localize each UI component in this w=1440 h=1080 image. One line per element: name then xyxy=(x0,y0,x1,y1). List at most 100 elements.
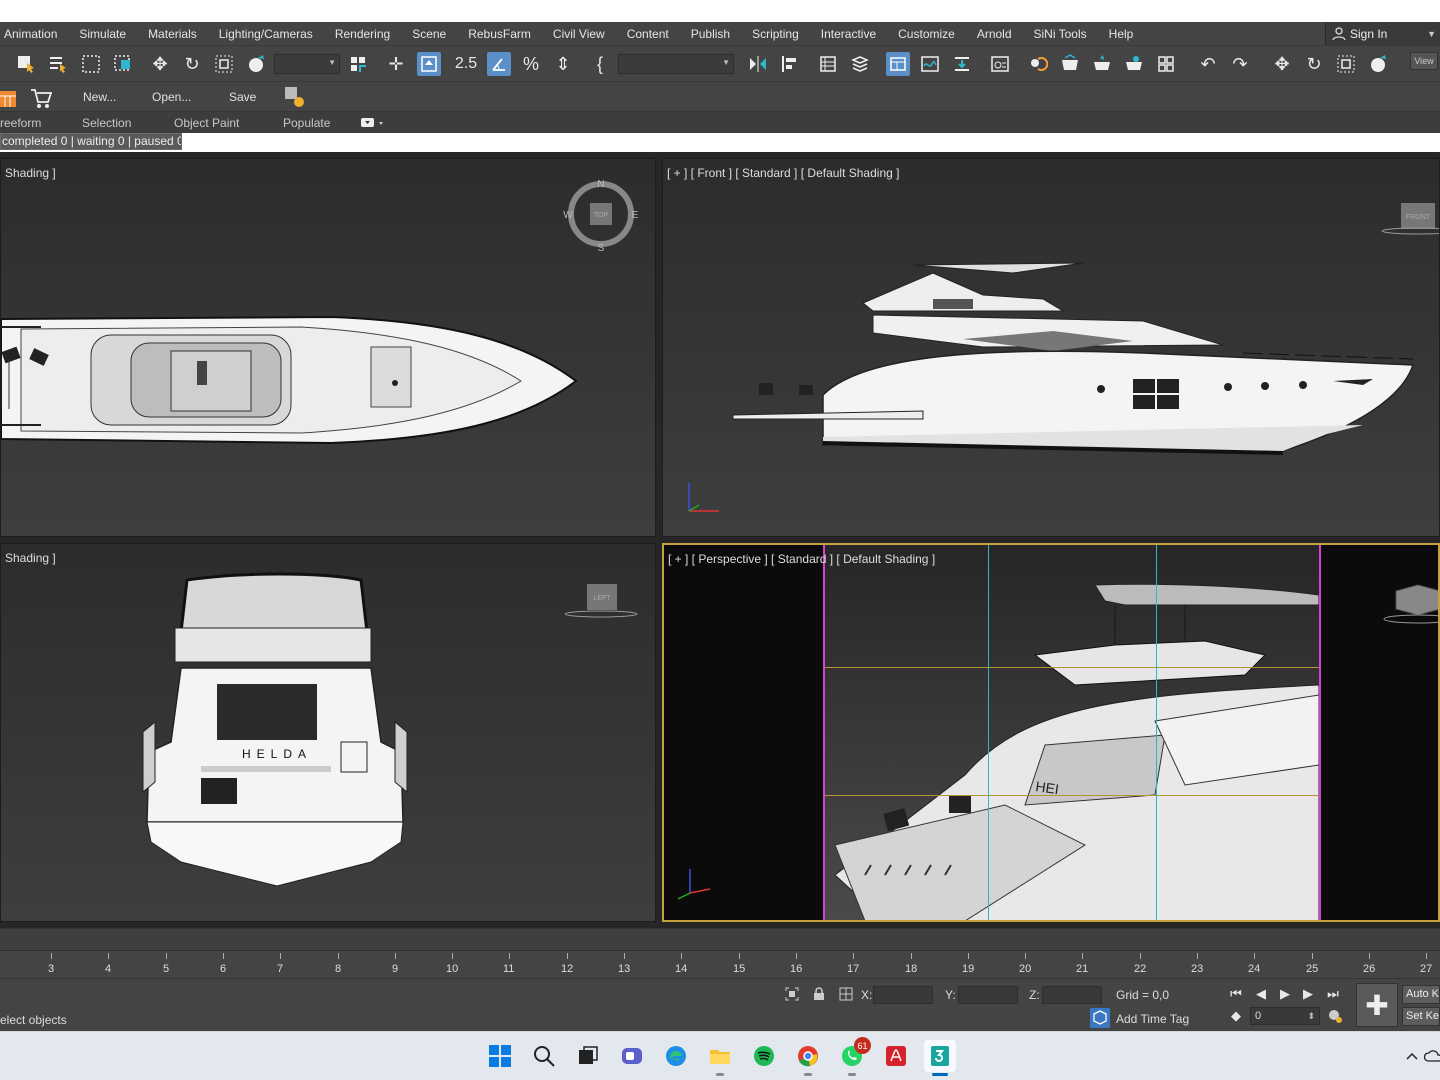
select-by-name-icon[interactable] xyxy=(46,52,70,76)
render-setup-icon[interactable] xyxy=(1058,52,1082,76)
menu-interactive[interactable]: Interactive xyxy=(810,27,887,41)
menu-materials[interactable]: Materials xyxy=(137,27,208,41)
rect-region-icon[interactable] xyxy=(79,52,103,76)
previous-frame-icon[interactable]: ◀︎ xyxy=(1252,985,1270,1003)
rotate-icon[interactable]: ↻ xyxy=(1302,52,1326,76)
ribbon-options-icon[interactable] xyxy=(361,117,385,129)
track-bar[interactable]: 3 4 5 6 7 8 9 10 11 12 13 14 15 16 17 18 19 20 21 22 23 24 25 2… xyxy=(0,950,1440,978)
menu-rebusfarm[interactable]: RebusFarm xyxy=(457,27,542,41)
render-online-icon[interactable] xyxy=(1154,52,1178,76)
pivot-icon[interactable] xyxy=(346,52,370,76)
menu-scene[interactable]: Scene xyxy=(401,27,457,41)
z-coord-field[interactable] xyxy=(1042,986,1102,1004)
menu-publish[interactable]: Publish xyxy=(680,27,741,41)
view-button[interactable]: View xyxy=(1410,52,1438,70)
tab-selection[interactable]: Selection xyxy=(82,116,131,130)
render-icon[interactable] xyxy=(1122,52,1146,76)
menu-civil-view[interactable]: Civil View xyxy=(542,27,616,41)
viewport-top-label[interactable]: Shading ] xyxy=(5,166,56,180)
dope-sheet-icon[interactable] xyxy=(950,52,974,76)
viewcube-left[interactable]: LEFT xyxy=(563,580,643,624)
search-icon[interactable] xyxy=(528,1040,560,1072)
spinner-snap-icon[interactable]: ⇕ xyxy=(551,52,575,76)
open-button[interactable]: Open... xyxy=(152,90,191,104)
coordinate-system-dropdown[interactable]: ▼ xyxy=(274,54,340,74)
place-icon[interactable] xyxy=(244,52,268,76)
rotate-icon[interactable]: ↻ xyxy=(180,52,204,76)
render-frame-icon[interactable] xyxy=(1090,52,1114,76)
align-icon[interactable] xyxy=(778,52,802,76)
menu-content[interactable]: Content xyxy=(616,27,680,41)
viewport-perspective[interactable]: HEI [ + ] [ Perspective ] [ Standard ] [… xyxy=(662,543,1440,922)
material-editor-icon[interactable] xyxy=(1026,52,1050,76)
select-manipulate-icon[interactable]: ✛ xyxy=(384,52,408,76)
go-to-end-icon[interactable]: ⏭ xyxy=(1324,985,1342,1003)
current-frame-field[interactable]: 0 ⬍ xyxy=(1250,1007,1320,1025)
viewport-left[interactable]: Shading ] LEFT HELDA xyxy=(0,543,656,922)
time-configuration-icon[interactable] xyxy=(1326,1007,1344,1025)
new-button[interactable]: New... xyxy=(83,90,116,104)
chevron-up-icon[interactable] xyxy=(1400,1040,1424,1072)
tab-freeform[interactable]: reeform xyxy=(0,116,41,130)
task-view-icon[interactable] xyxy=(572,1040,604,1072)
set-key-mode-button[interactable]: Set Ke xyxy=(1402,1007,1440,1026)
time-slider[interactable] xyxy=(0,928,1440,950)
undo-icon[interactable]: ↶ xyxy=(1196,52,1220,76)
viewcube-front[interactable]: FRONT xyxy=(1381,199,1440,239)
viewport-perspective-label[interactable]: [ + ] [ Perspective ] [ Standard ] [ Def… xyxy=(668,552,935,566)
viewport-left-label[interactable]: Shading ] xyxy=(5,551,56,565)
window-crossing-icon[interactable] xyxy=(111,52,135,76)
move-icon[interactable]: ✥ xyxy=(148,52,172,76)
calendar-icon[interactable] xyxy=(0,88,18,108)
menu-help[interactable]: Help xyxy=(1098,27,1145,41)
menu-sini-tools[interactable]: SiNi Tools xyxy=(1023,27,1098,41)
menu-arnold[interactable]: Arnold xyxy=(966,27,1023,41)
cloud-icon[interactable] xyxy=(1424,1040,1440,1072)
viewcube-compass[interactable]: TOP N S E W xyxy=(561,179,645,263)
viewport-top[interactable]: Shading ] TOP N S E W xyxy=(0,158,656,537)
isolate-icon[interactable] xyxy=(783,985,801,1003)
place-icon[interactable] xyxy=(1366,52,1390,76)
teams-icon[interactable] xyxy=(616,1040,648,1072)
menu-animation[interactable]: Animation xyxy=(0,27,68,41)
scale-icon[interactable] xyxy=(212,52,236,76)
angle-snap-icon[interactable] xyxy=(487,52,511,76)
menu-simulate[interactable]: Simulate xyxy=(68,27,137,41)
spotify-icon[interactable] xyxy=(748,1040,780,1072)
move-icon[interactable]: ✥ xyxy=(1270,52,1294,76)
keyboard-shortcut-override-icon[interactable] xyxy=(417,52,441,76)
mirror-icon[interactable] xyxy=(746,52,770,76)
play-icon[interactable]: ▶ xyxy=(1276,985,1294,1003)
add-time-tag-button[interactable]: Add Time Tag xyxy=(1116,1012,1189,1026)
menu-customize[interactable]: Customize xyxy=(887,27,966,41)
y-coord-field[interactable] xyxy=(958,986,1018,1004)
snap-icon[interactable]: 2.5 xyxy=(454,52,478,76)
auto-key-button[interactable]: Auto Ke xyxy=(1402,985,1440,1004)
key-mode-icon[interactable]: ◆ xyxy=(1227,1007,1245,1025)
acrobat-icon[interactable] xyxy=(880,1040,912,1072)
viewcube-perspective[interactable] xyxy=(1382,581,1440,629)
menu-scripting[interactable]: Scripting xyxy=(741,27,810,41)
file-explorer-icon[interactable] xyxy=(704,1040,736,1076)
3dsmax-icon[interactable] xyxy=(924,1040,956,1076)
go-to-start-icon[interactable]: ⏮ xyxy=(1227,985,1245,1003)
sign-in-button[interactable]: Sign In ▼ xyxy=(1325,22,1440,45)
named-selection-icon[interactable]: { xyxy=(588,52,612,76)
cart-icon[interactable] xyxy=(30,87,53,109)
menu-rendering[interactable]: Rendering xyxy=(324,27,401,41)
layer-icon[interactable] xyxy=(848,52,872,76)
schematic-icon[interactable] xyxy=(988,52,1012,76)
absolute-mode-icon[interactable] xyxy=(837,985,855,1003)
time-tag-icon[interactable] xyxy=(1090,1008,1110,1028)
save-button[interactable]: Save xyxy=(229,90,256,104)
menu-lighting-cameras[interactable]: Lighting/Cameras xyxy=(208,27,324,41)
select-icon[interactable] xyxy=(14,52,38,76)
viewport-front-label[interactable]: [ + ] [ Front ] [ Standard ] [ Default S… xyxy=(667,166,899,180)
scale-icon[interactable] xyxy=(1334,52,1358,76)
next-frame-icon[interactable]: ▶︎ xyxy=(1299,985,1317,1003)
named-selection-set-dropdown[interactable]: ▼ xyxy=(618,54,734,74)
chrome-icon[interactable] xyxy=(792,1040,824,1076)
whatsapp-icon[interactable]: 61 xyxy=(836,1037,871,1076)
lock-icon[interactable] xyxy=(810,985,828,1003)
ribbon-toggle-icon[interactable] xyxy=(886,52,910,76)
